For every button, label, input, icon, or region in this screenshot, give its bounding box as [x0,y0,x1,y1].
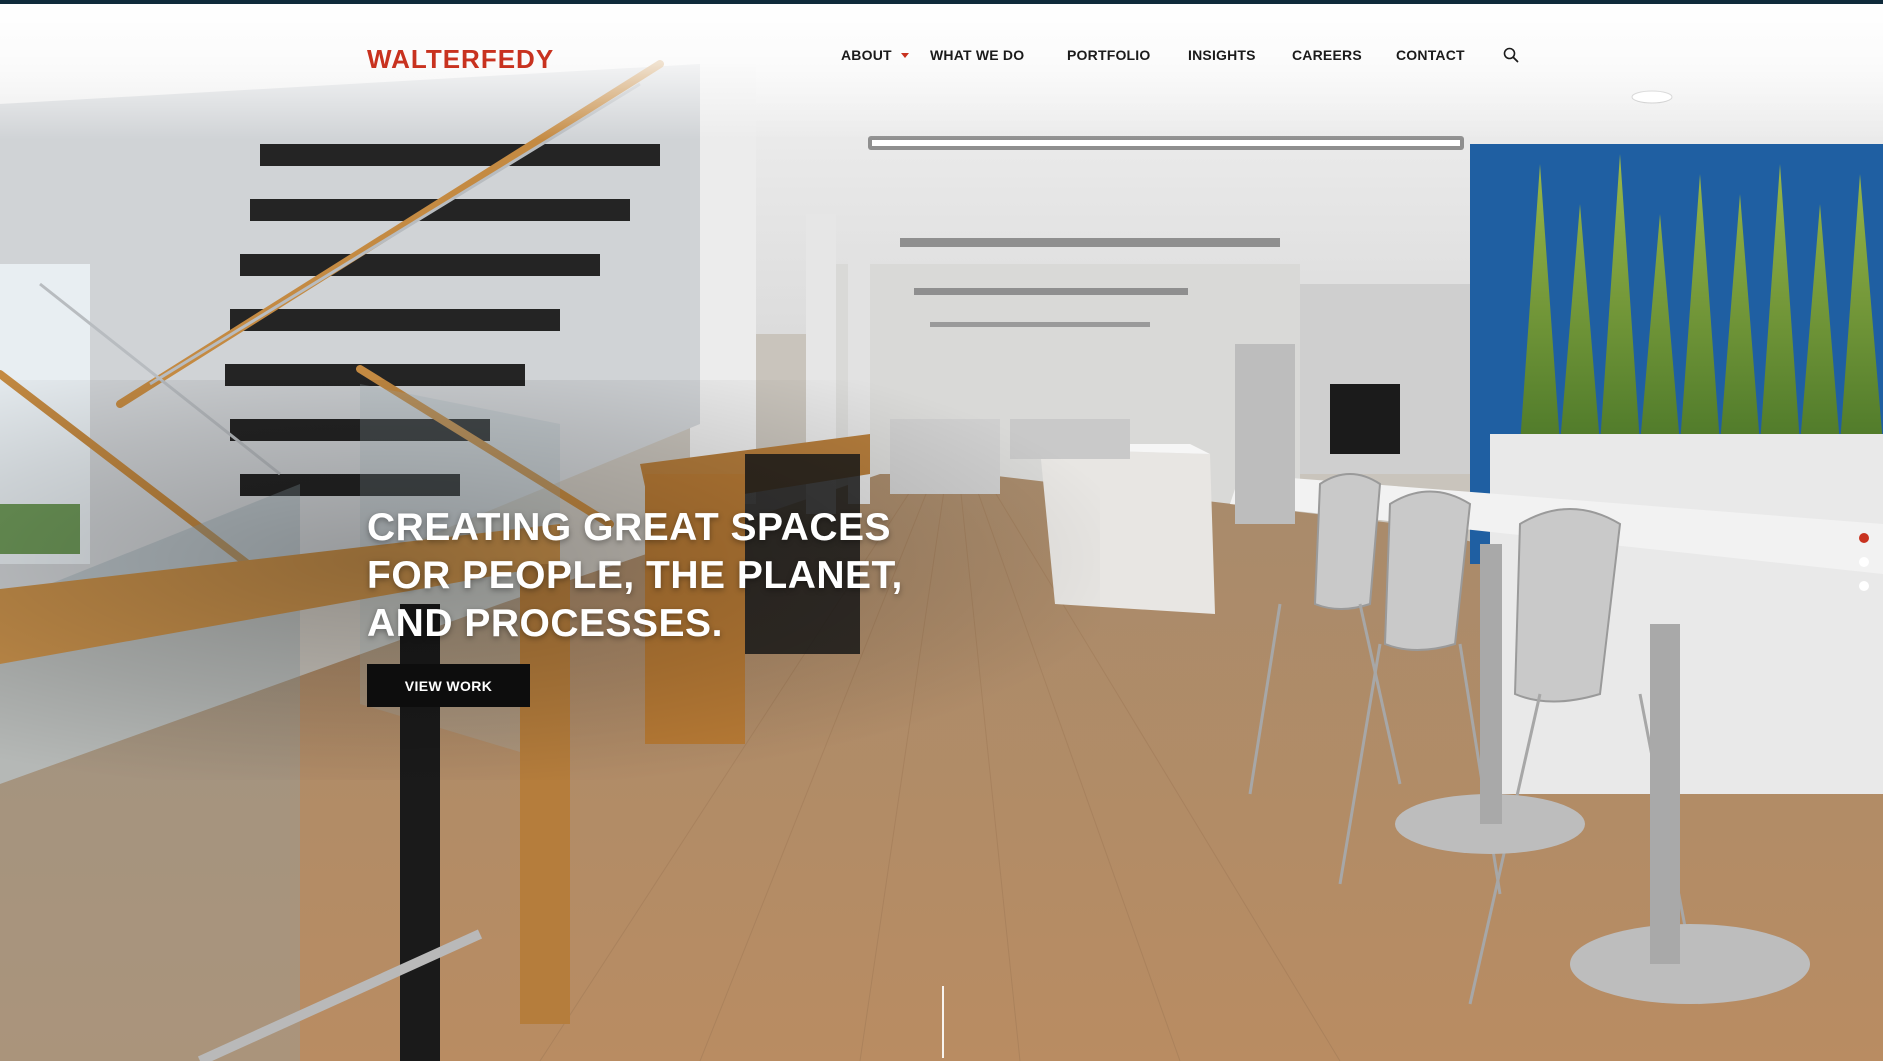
slider-dot-3[interactable] [1859,581,1869,591]
header-gradient-overlay [0,0,1883,140]
nav-item-contact[interactable]: CONTACT [1396,46,1465,64]
slider-pagination [1859,533,1869,605]
slider-dot-1[interactable] [1859,533,1869,543]
site-logo[interactable]: WALTERFEDY [367,44,554,74]
hero-headline-line-3: AND PROCESSES. [367,602,723,645]
top-accent-bar [0,0,1883,4]
caret-down-icon[interactable] [901,53,909,58]
slider-dot-2[interactable] [1859,557,1869,567]
hero-headline-line-1: CREATING GREAT SPACES [367,506,892,549]
hero-headline: CREATING GREAT SPACES FOR PEOPLE, THE PL… [367,504,903,648]
nav-item-about[interactable]: ABOUT [841,46,892,64]
nav-item-what-we-do[interactable]: WHAT WE DO [930,46,1024,64]
hero-headline-line-2: FOR PEOPLE, THE PLANET, [367,554,903,597]
nav-item-careers[interactable]: CAREERS [1292,46,1362,64]
nav-item-insights[interactable]: INSIGHTS [1188,46,1256,64]
scroll-indicator[interactable] [942,986,944,1058]
search-icon[interactable] [1503,47,1519,63]
nav-item-portfolio[interactable]: PORTFOLIO [1067,46,1150,64]
view-work-button[interactable]: VIEW WORK [367,664,530,707]
